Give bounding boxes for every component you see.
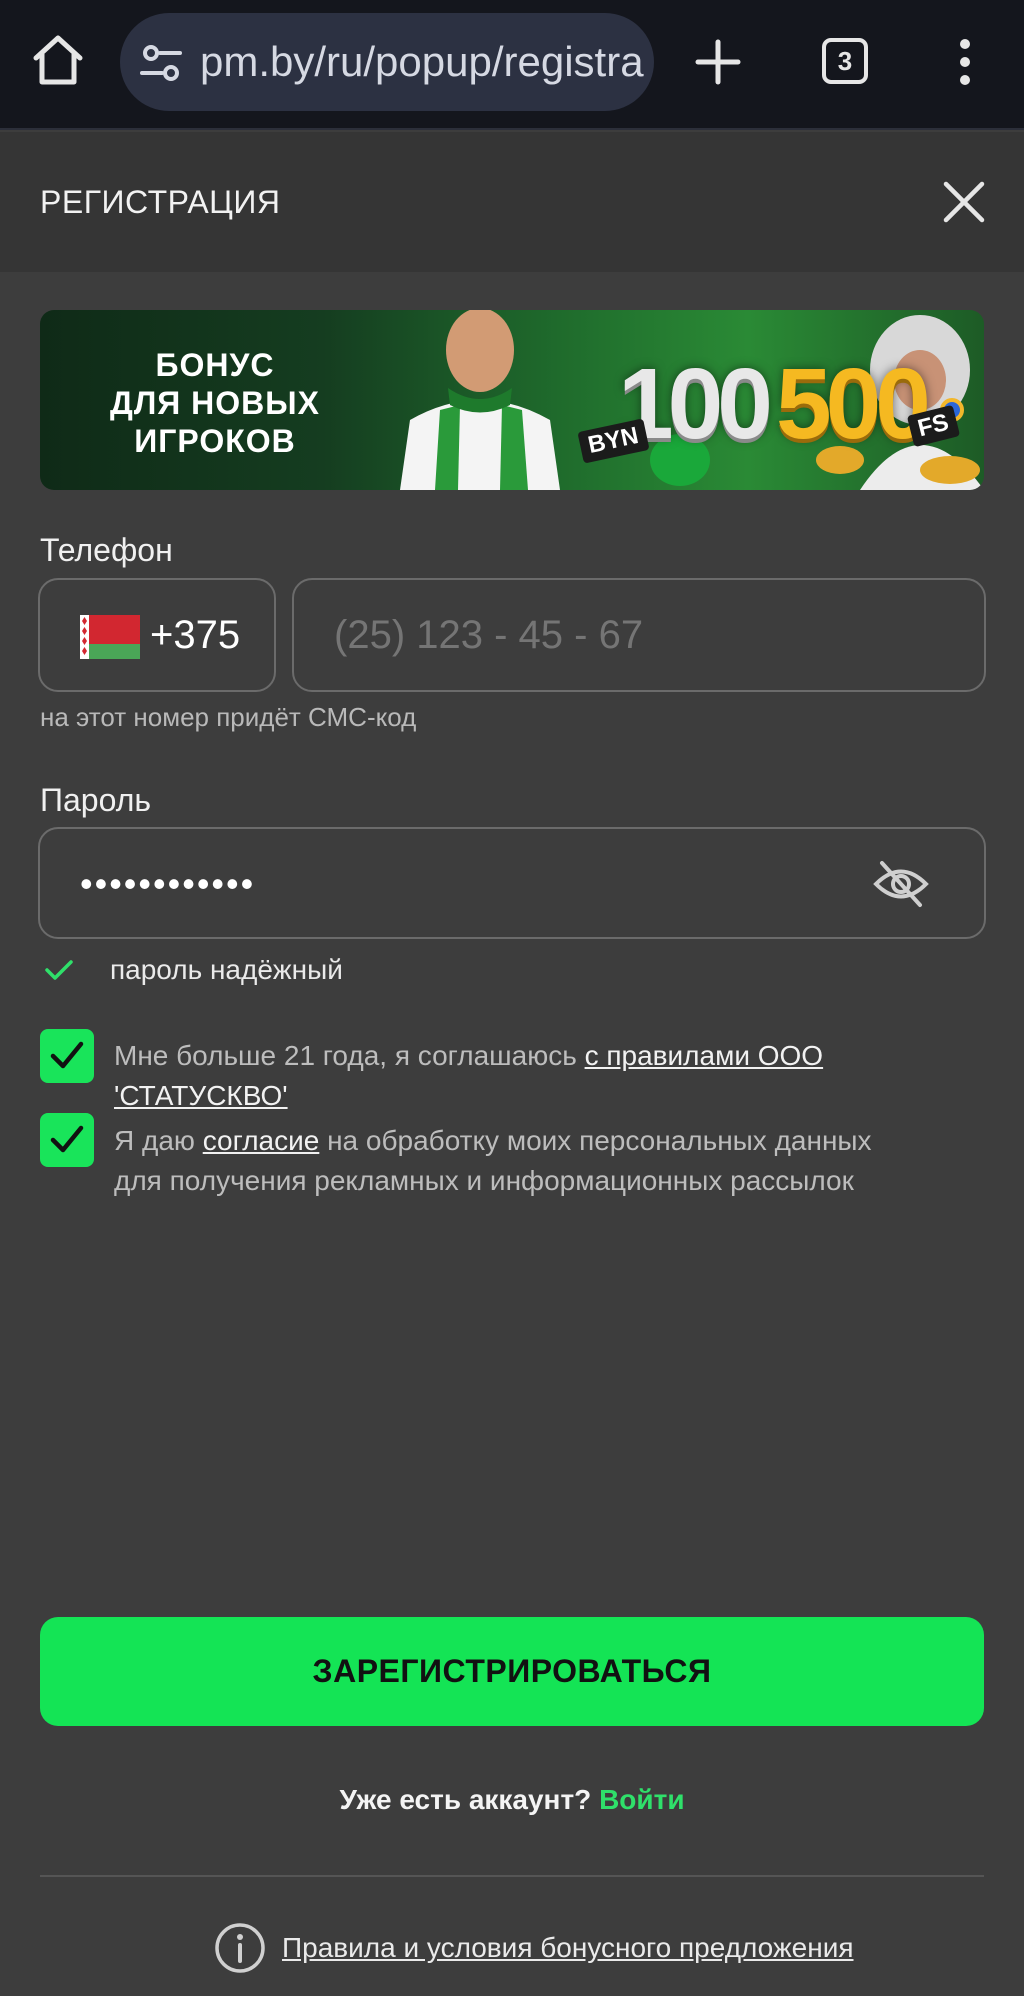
login-link[interactable]: Войти xyxy=(599,1784,684,1815)
bonus-amount-fs: 500 xyxy=(776,348,931,460)
new-tab-icon[interactable] xyxy=(694,38,742,86)
consent-link[interactable]: согласие xyxy=(203,1125,320,1156)
age-consent-checkbox[interactable] xyxy=(40,1029,94,1083)
age-consent-label: Мне больше 21 года, я соглашаюсь xyxy=(114,1040,585,1071)
marketing-consent-prefix: Я даю xyxy=(114,1125,203,1156)
hide-password-icon[interactable] xyxy=(872,859,930,909)
phone-input[interactable] xyxy=(334,580,894,690)
address-bar[interactable]: pm.by/ru/popup/registra xyxy=(120,13,654,111)
checkmark-icon xyxy=(50,1041,84,1069)
more-menu-icon[interactable] xyxy=(950,38,980,86)
country-code: +375 xyxy=(150,613,241,657)
register-button[interactable]: ЗАРЕГИСТРИРОВАТЬСЯ xyxy=(40,1617,984,1726)
password-input[interactable] xyxy=(80,829,640,939)
home-icon[interactable] xyxy=(30,32,86,88)
have-account-text: Уже есть аккаунт? xyxy=(339,1784,600,1815)
password-label: Пароль xyxy=(40,782,152,818)
phone-label: Телефон xyxy=(40,532,173,568)
url-text: pm.by/ru/popup/registra xyxy=(200,38,644,85)
phone-hint: на этот номер придёт СМС-код xyxy=(40,702,417,732)
marketing-consent-checkbox[interactable] xyxy=(40,1113,94,1167)
checkmark-icon xyxy=(50,1125,84,1153)
country-code-selector[interactable]: +375 xyxy=(38,578,276,692)
age-consent-text: Мне больше 21 года, я соглашаюсь с прави… xyxy=(114,1036,964,1116)
tab-switcher-button[interactable]: 3 xyxy=(822,38,868,84)
browser-toolbar: pm.by/ru/popup/registra 3 xyxy=(0,0,1024,130)
close-icon[interactable] xyxy=(938,176,990,228)
check-icon xyxy=(45,960,73,980)
info-icon xyxy=(215,1923,265,1973)
modal-title: РЕГИСТРАЦИЯ xyxy=(40,184,281,220)
bonus-terms-link[interactable]: Правила и условия бонусного предложения xyxy=(282,1922,854,1974)
login-prompt: Уже есть аккаунт? Войти xyxy=(0,1784,1024,1816)
belarus-flag-icon xyxy=(80,615,140,659)
divider xyxy=(40,1875,984,1877)
password-strength-text: пароль надёжный xyxy=(110,954,343,985)
modal-header: РЕГИСТРАЦИЯ xyxy=(0,132,1024,272)
site-settings-icon[interactable] xyxy=(140,43,182,83)
marketing-consent-text: Я даю согласие на обработку моих персона… xyxy=(114,1121,894,1201)
banner-headline: БОНУС ДЛЯ НОВЫХ ИГРОКОВ xyxy=(110,347,320,459)
password-field[interactable] xyxy=(38,827,986,939)
phone-field[interactable] xyxy=(292,578,986,692)
promo-banner[interactable]: БОНУС ДЛЯ НОВЫХ ИГРОКОВ 100 500 BYN FS xyxy=(40,310,984,490)
